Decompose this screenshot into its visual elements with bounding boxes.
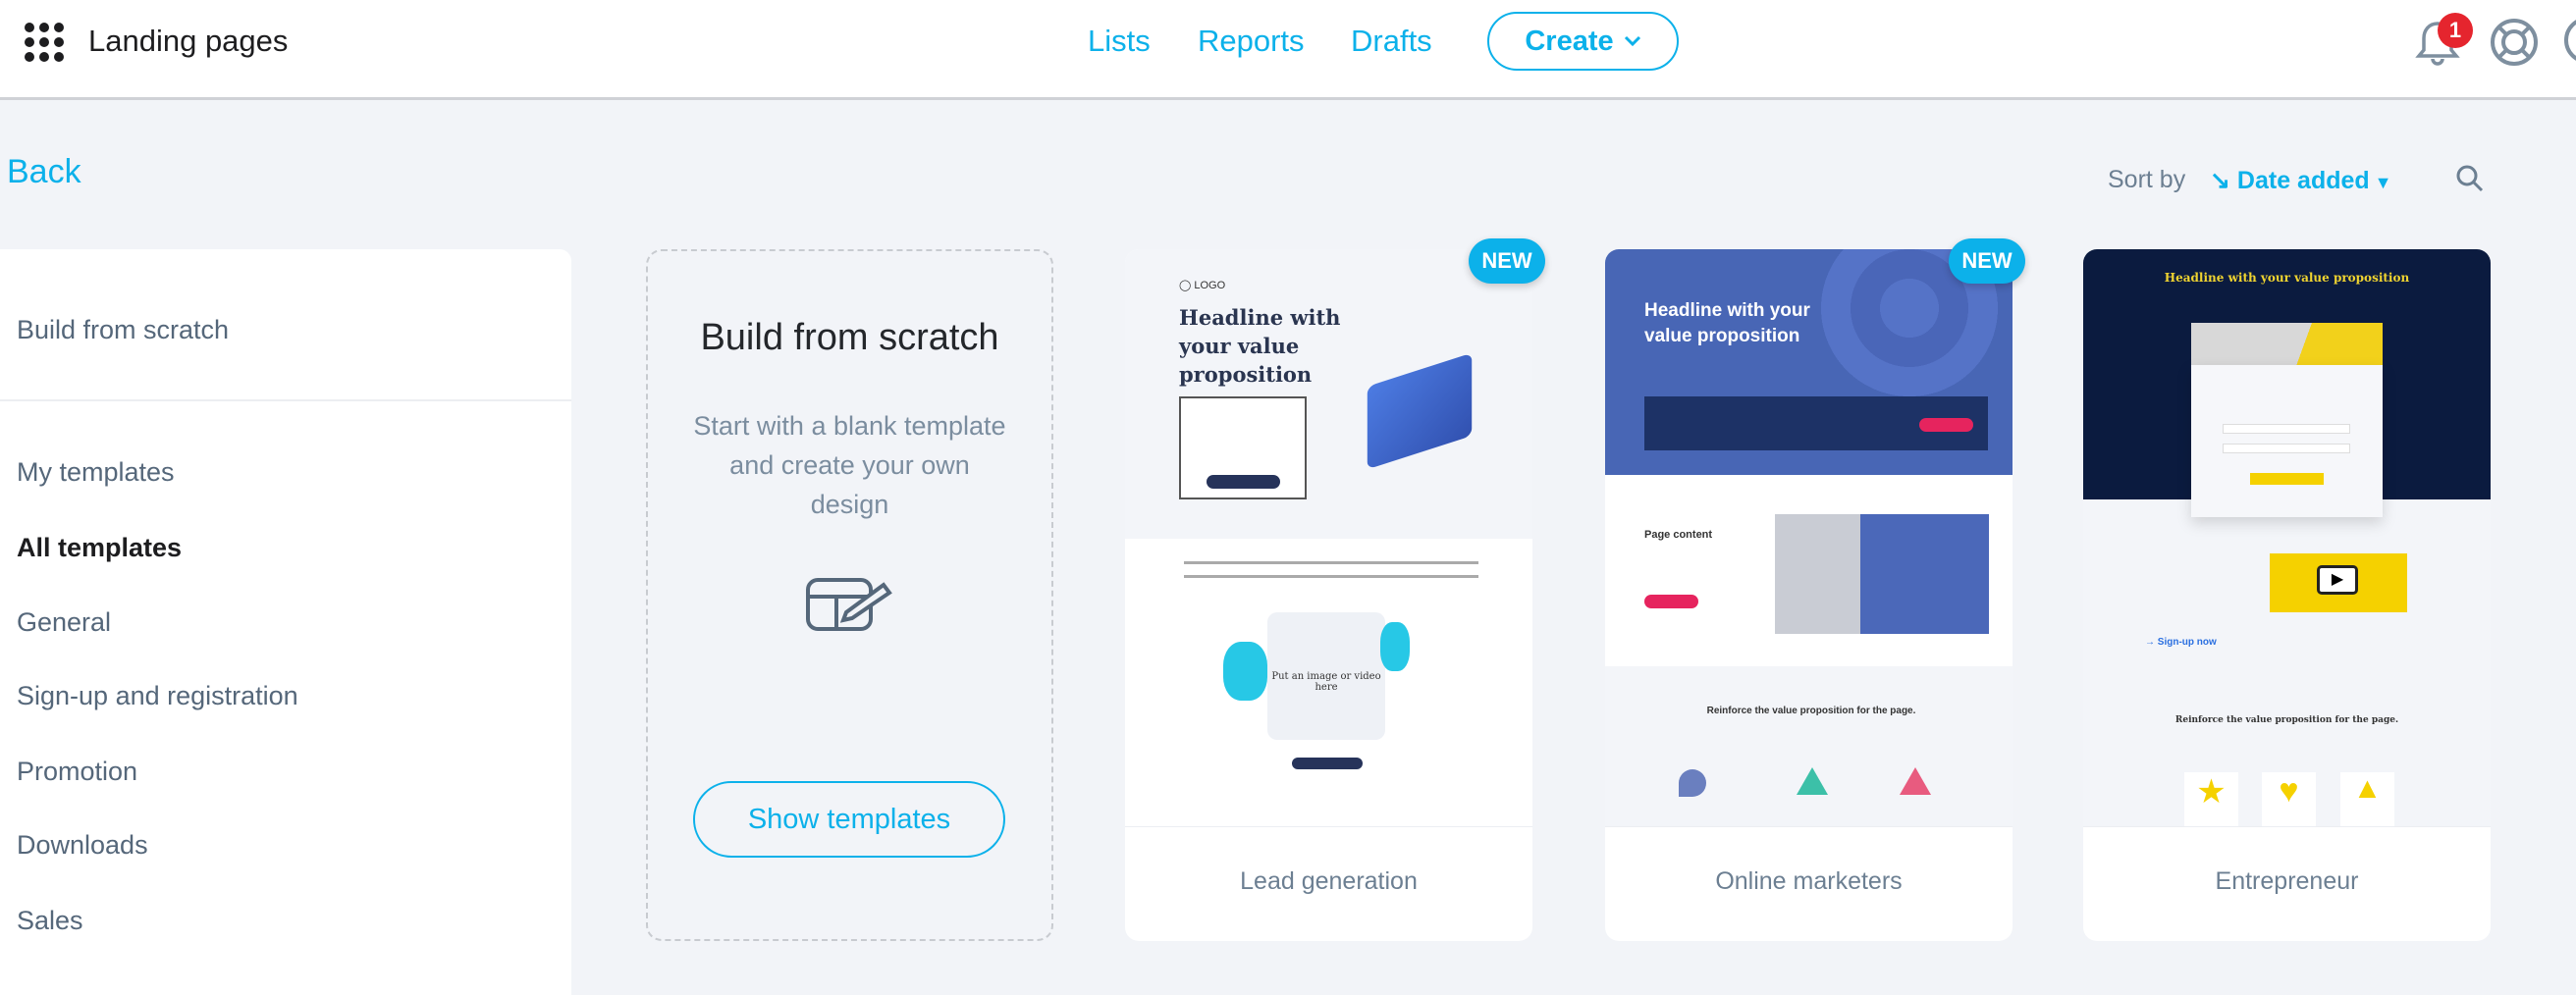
nav-reports[interactable]: Reports bbox=[1198, 24, 1305, 59]
sort-dropdown[interactable]: ↘ Date added ▼ bbox=[2210, 166, 2392, 195]
preview-headline: Headline with your value proposition bbox=[1644, 300, 1810, 346]
template-name: Lead generation bbox=[1240, 867, 1418, 895]
create-button[interactable]: Create bbox=[1487, 12, 1679, 71]
sidebar-item-signup[interactable]: Sign-up and registration bbox=[17, 681, 298, 711]
template-card-entrepreneur[interactable]: Headline with your value proposition → S… bbox=[2083, 249, 2491, 941]
preview-reinforce-text: Reinforce the value proposition for the … bbox=[2174, 715, 2399, 725]
nav-drafts[interactable]: Drafts bbox=[1351, 24, 1432, 59]
new-badge: NEW bbox=[1469, 238, 1545, 284]
preview-cta: → Sign-up now bbox=[2145, 637, 2217, 648]
divider bbox=[0, 399, 571, 401]
play-icon: ▶ bbox=[2317, 565, 2358, 595]
notification-badge: 1 bbox=[2438, 13, 2473, 48]
nav-lists[interactable]: Lists bbox=[1088, 24, 1151, 59]
app-title: Landing pages bbox=[88, 24, 289, 58]
create-label: Create bbox=[1525, 25, 1614, 57]
sort-label: Sort by bbox=[2108, 166, 2186, 193]
preview-headline: Headline with your value proposition bbox=[1179, 305, 1341, 387]
show-templates-button[interactable]: Show templates bbox=[693, 781, 1005, 858]
template-preview: Headline with your value proposition Pag… bbox=[1605, 249, 2012, 827]
chevron-down-icon bbox=[1624, 35, 1640, 47]
logo-placeholder: ◯ LOGO bbox=[1179, 280, 1226, 291]
user-avatar-icon[interactable] bbox=[2564, 17, 2576, 64]
template-preview: Headline with your value proposition → S… bbox=[2083, 249, 2491, 827]
scratch-title: Build from scratch bbox=[700, 317, 999, 358]
help-lifebuoy-icon[interactable] bbox=[2489, 17, 2540, 68]
sidebar-item-my-templates[interactable]: My templates bbox=[17, 457, 175, 488]
category-sidebar: Build from scratch My templates All temp… bbox=[0, 249, 571, 995]
edit-layout-icon bbox=[805, 578, 892, 631]
template-preview: ◯ LOGO Headline with your value proposit… bbox=[1125, 249, 1532, 827]
triangle-icon: ▲ bbox=[2340, 772, 2394, 826]
sidebar-item-all-templates[interactable]: All templates bbox=[17, 533, 182, 563]
new-badge: NEW bbox=[1949, 238, 2025, 284]
preview-image-placeholder: Put an image or video here bbox=[1267, 612, 1385, 740]
back-link[interactable]: Back bbox=[7, 153, 81, 191]
caret-down-icon: ▼ bbox=[2369, 173, 2392, 192]
star-icon: ★ bbox=[2184, 772, 2238, 826]
build-from-scratch-card[interactable]: Build from scratch Start with a blank te… bbox=[646, 249, 1053, 941]
app-grid-icon[interactable] bbox=[25, 23, 64, 62]
sort-value: Date added bbox=[2236, 167, 2370, 194]
template-name: Entrepreneur bbox=[2215, 867, 2359, 895]
preview-section-title: Page content bbox=[1644, 529, 1713, 541]
preview-headline: Headline with your value proposition bbox=[2164, 271, 2410, 285]
sidebar-item-general[interactable]: General bbox=[17, 607, 111, 638]
sidebar-item-downloads[interactable]: Downloads bbox=[17, 830, 148, 861]
search-icon[interactable] bbox=[2454, 163, 2486, 194]
template-name: Online marketers bbox=[1715, 867, 1903, 895]
sidebar-item-promotion[interactable]: Promotion bbox=[17, 757, 137, 787]
heart-icon: ♥ bbox=[2262, 772, 2316, 826]
scratch-description: Start with a blank template and create y… bbox=[693, 411, 1006, 519]
sort-direction-icon: ↘ bbox=[2210, 167, 2237, 194]
sidebar-item-sales[interactable]: Sales bbox=[17, 906, 83, 936]
sidebar-item-build-from-scratch[interactable]: Build from scratch bbox=[17, 315, 229, 345]
template-card-online-marketers[interactable]: Headline with your value proposition Pag… bbox=[1605, 249, 2012, 941]
top-bar: Landing pages Lists Reports Drafts Creat… bbox=[0, 0, 2576, 100]
preview-reinforce-text: Reinforce the value proposition for the … bbox=[1706, 706, 1916, 716]
template-card-lead-generation[interactable]: ◯ LOGO Headline with your value proposit… bbox=[1125, 249, 1532, 941]
